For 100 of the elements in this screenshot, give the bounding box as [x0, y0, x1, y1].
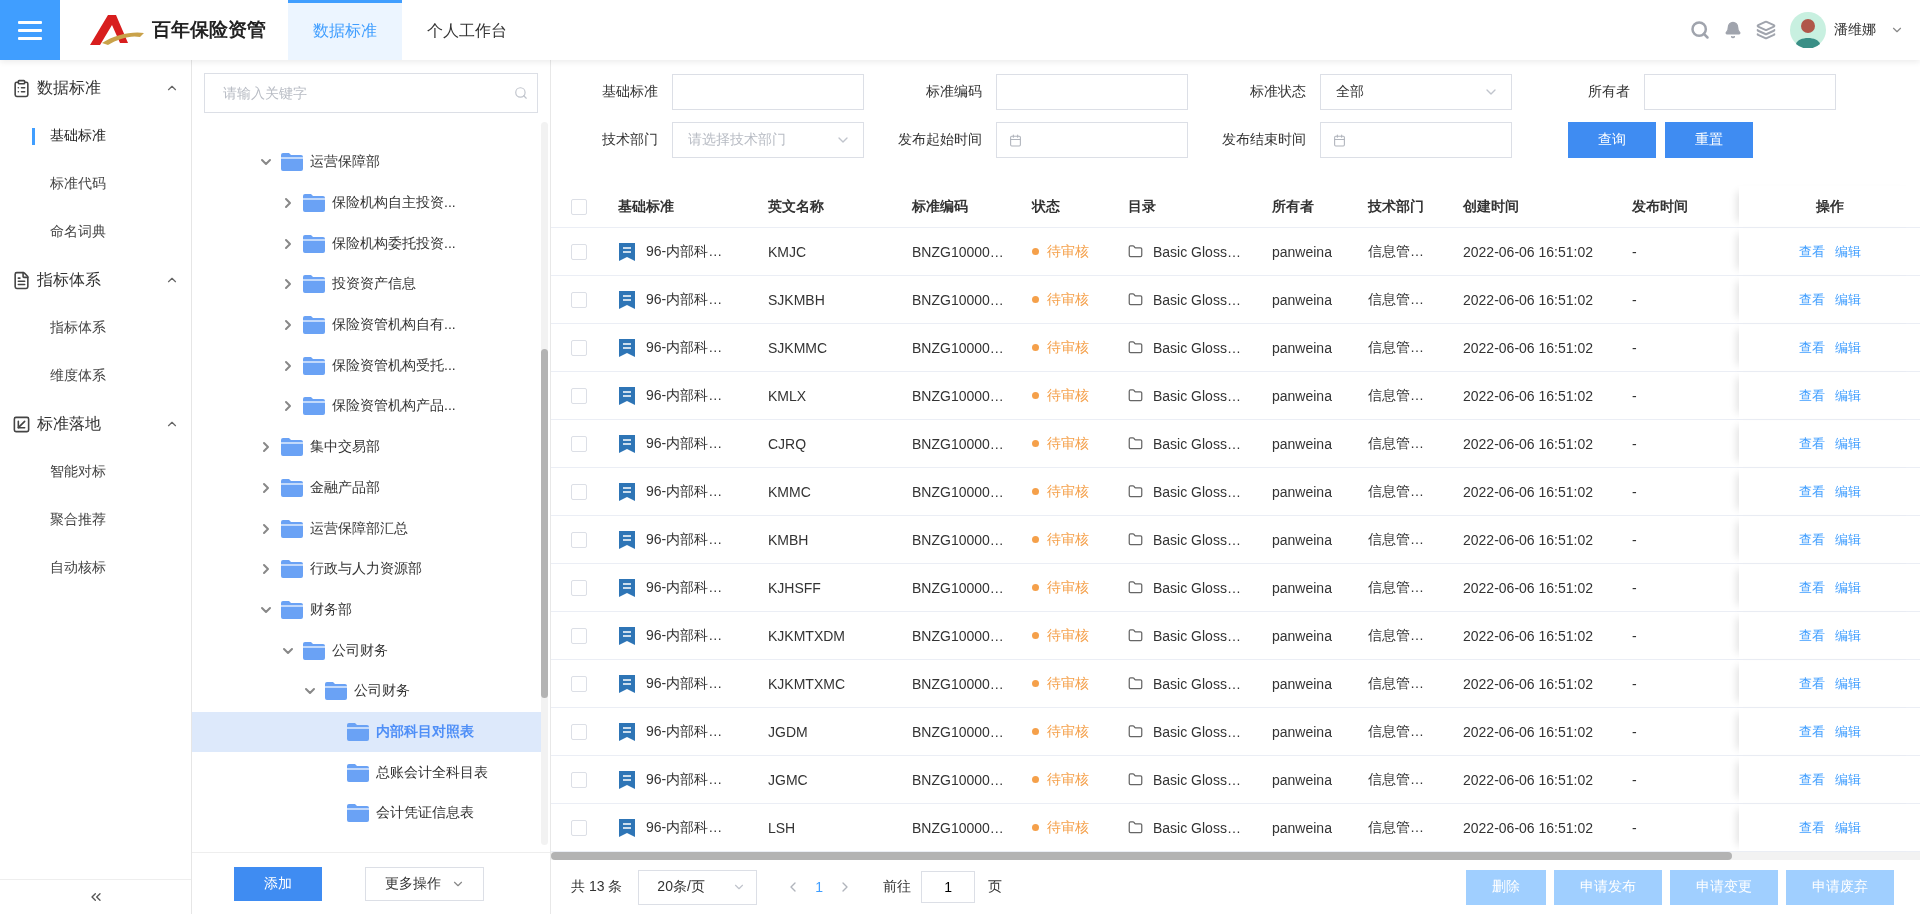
- nav-tab[interactable]: 数据标准: [288, 0, 402, 60]
- checkbox[interactable]: [570, 198, 587, 215]
- edit-link[interactable]: 编辑: [1834, 818, 1861, 837]
- total-count: 共 13 条: [571, 878, 623, 896]
- checkbox[interactable]: [570, 435, 587, 452]
- view-link[interactable]: 查看: [1798, 338, 1825, 357]
- view-link[interactable]: 查看: [1798, 434, 1825, 453]
- tree-node[interactable]: 保险机构委托投资...: [192, 223, 541, 265]
- folder-icon: [1128, 340, 1143, 355]
- user-avatar[interactable]: [1790, 12, 1826, 48]
- menu-item[interactable]: 指标体系: [0, 304, 191, 352]
- tree-node[interactable]: 金融产品部: [192, 467, 541, 509]
- checkbox[interactable]: [570, 771, 587, 788]
- date-field[interactable]: [1320, 122, 1512, 158]
- view-link[interactable]: 查看: [1798, 242, 1825, 261]
- tree-node[interactable]: 投资资产信息: [192, 264, 541, 305]
- edit-link[interactable]: 编辑: [1834, 242, 1861, 261]
- scrollbar[interactable]: [551, 852, 1920, 860]
- view-link[interactable]: 查看: [1798, 674, 1825, 693]
- tree-node[interactable]: 内部科目对照表: [192, 711, 541, 753]
- text-field[interactable]: [672, 74, 864, 110]
- text-field[interactable]: [996, 74, 1188, 110]
- checkbox[interactable]: [570, 723, 587, 740]
- view-link[interactable]: 查看: [1798, 722, 1825, 741]
- checkbox[interactable]: [570, 819, 587, 836]
- checkbox[interactable]: [570, 531, 587, 548]
- view-link[interactable]: 查看: [1798, 290, 1825, 309]
- menu-item[interactable]: 基础标准: [0, 112, 191, 160]
- menu-item[interactable]: 聚合推荐: [0, 496, 191, 544]
- scrollbar[interactable]: [541, 122, 548, 845]
- user-name[interactable]: 潘维娜: [1834, 21, 1876, 39]
- edit-link[interactable]: 编辑: [1834, 386, 1861, 405]
- tree-node[interactable]: 公司财务: [192, 630, 541, 671]
- search-icon[interactable]: [1690, 20, 1710, 40]
- tree-node[interactable]: 保险资管机构受托...: [192, 345, 541, 387]
- checkbox[interactable]: [570, 483, 587, 500]
- query-button[interactable]: 查询: [1568, 122, 1656, 158]
- edit-link[interactable]: 编辑: [1834, 530, 1861, 549]
- menu-item[interactable]: 标准代码: [0, 160, 191, 208]
- search-icon[interactable]: [514, 86, 528, 100]
- layers-icon[interactable]: [1756, 20, 1776, 40]
- edit-link[interactable]: 编辑: [1834, 578, 1861, 597]
- menu-group[interactable]: 指标体系: [0, 256, 191, 304]
- menu-item[interactable]: 维度体系: [0, 352, 191, 400]
- page-size-select[interactable]: 20条/页: [638, 869, 758, 905]
- checkbox[interactable]: [570, 627, 587, 644]
- edit-link[interactable]: 编辑: [1834, 290, 1861, 309]
- tree-node[interactable]: 运营保障部: [192, 142, 541, 183]
- page-number[interactable]: 1: [801, 879, 838, 895]
- tree-node[interactable]: 行政与人力资源部: [192, 548, 541, 590]
- reset-button[interactable]: 重置: [1665, 122, 1753, 158]
- checkbox[interactable]: [570, 291, 587, 308]
- edit-link[interactable]: 编辑: [1834, 626, 1861, 645]
- tree-node[interactable]: 保险机构自主投资...: [192, 182, 541, 224]
- edit-link[interactable]: 编辑: [1834, 770, 1861, 789]
- view-link[interactable]: 查看: [1798, 578, 1825, 597]
- tree-node[interactable]: 公司财务: [192, 670, 541, 712]
- select-field[interactable]: 请选择技术部门: [672, 122, 864, 158]
- checkbox[interactable]: [570, 579, 587, 596]
- checkbox[interactable]: [570, 339, 587, 356]
- edit-link[interactable]: 编辑: [1834, 722, 1861, 741]
- view-link[interactable]: 查看: [1798, 530, 1825, 549]
- tree-node[interactable]: 保险资管机构产品...: [192, 386, 541, 427]
- view-link[interactable]: 查看: [1798, 386, 1825, 405]
- view-link[interactable]: 查看: [1798, 818, 1825, 837]
- text-field[interactable]: [1644, 74, 1836, 110]
- table-cell-text: panweina: [1271, 674, 1333, 694]
- tree-node[interactable]: 集中交易部: [192, 426, 541, 468]
- select-field[interactable]: 全部: [1320, 74, 1512, 110]
- page-input[interactable]: 1: [921, 871, 976, 903]
- view-link[interactable]: 查看: [1798, 482, 1825, 501]
- menu-item[interactable]: 命名词典: [0, 208, 191, 256]
- tree-node[interactable]: 总账会计全科目表: [192, 752, 541, 793]
- view-link[interactable]: 查看: [1798, 770, 1825, 789]
- edit-link[interactable]: 编辑: [1834, 674, 1861, 693]
- tree-node[interactable]: 运营保障部汇总: [192, 508, 541, 549]
- tree-node[interactable]: 保险资管机构自有...: [192, 304, 541, 346]
- checkbox[interactable]: [570, 675, 587, 692]
- edit-link[interactable]: 编辑: [1834, 338, 1861, 357]
- edit-link[interactable]: 编辑: [1834, 434, 1861, 453]
- tree-node[interactable]: 会计凭证信息表: [192, 793, 541, 834]
- menu-group[interactable]: 数据标准: [0, 64, 191, 112]
- menu-item[interactable]: 智能对标: [0, 448, 191, 496]
- checkbox[interactable]: [570, 387, 587, 404]
- search-field[interactable]: 请输入关键字: [204, 73, 538, 113]
- checkbox[interactable]: [570, 243, 587, 260]
- nav-tab[interactable]: 个人工作台: [402, 0, 532, 60]
- field-label: 技术部门: [601, 131, 659, 149]
- table-cell-text: 2022-06-06 16:51:02: [1462, 338, 1594, 358]
- add-button[interactable]: 添加: [234, 866, 322, 901]
- view-link[interactable]: 查看: [1798, 626, 1825, 645]
- menu-button[interactable]: [0, 0, 60, 60]
- bell-icon[interactable]: [1724, 21, 1742, 39]
- menu-group[interactable]: 标准落地: [0, 400, 191, 448]
- table-cell-text: panweina: [1271, 434, 1333, 454]
- edit-link[interactable]: 编辑: [1834, 482, 1861, 501]
- date-field[interactable]: [996, 122, 1188, 158]
- menu-item[interactable]: 自动核标: [0, 544, 191, 592]
- more-actions-button[interactable]: 更多操作: [365, 866, 484, 901]
- tree-node[interactable]: 财务部: [192, 589, 541, 631]
